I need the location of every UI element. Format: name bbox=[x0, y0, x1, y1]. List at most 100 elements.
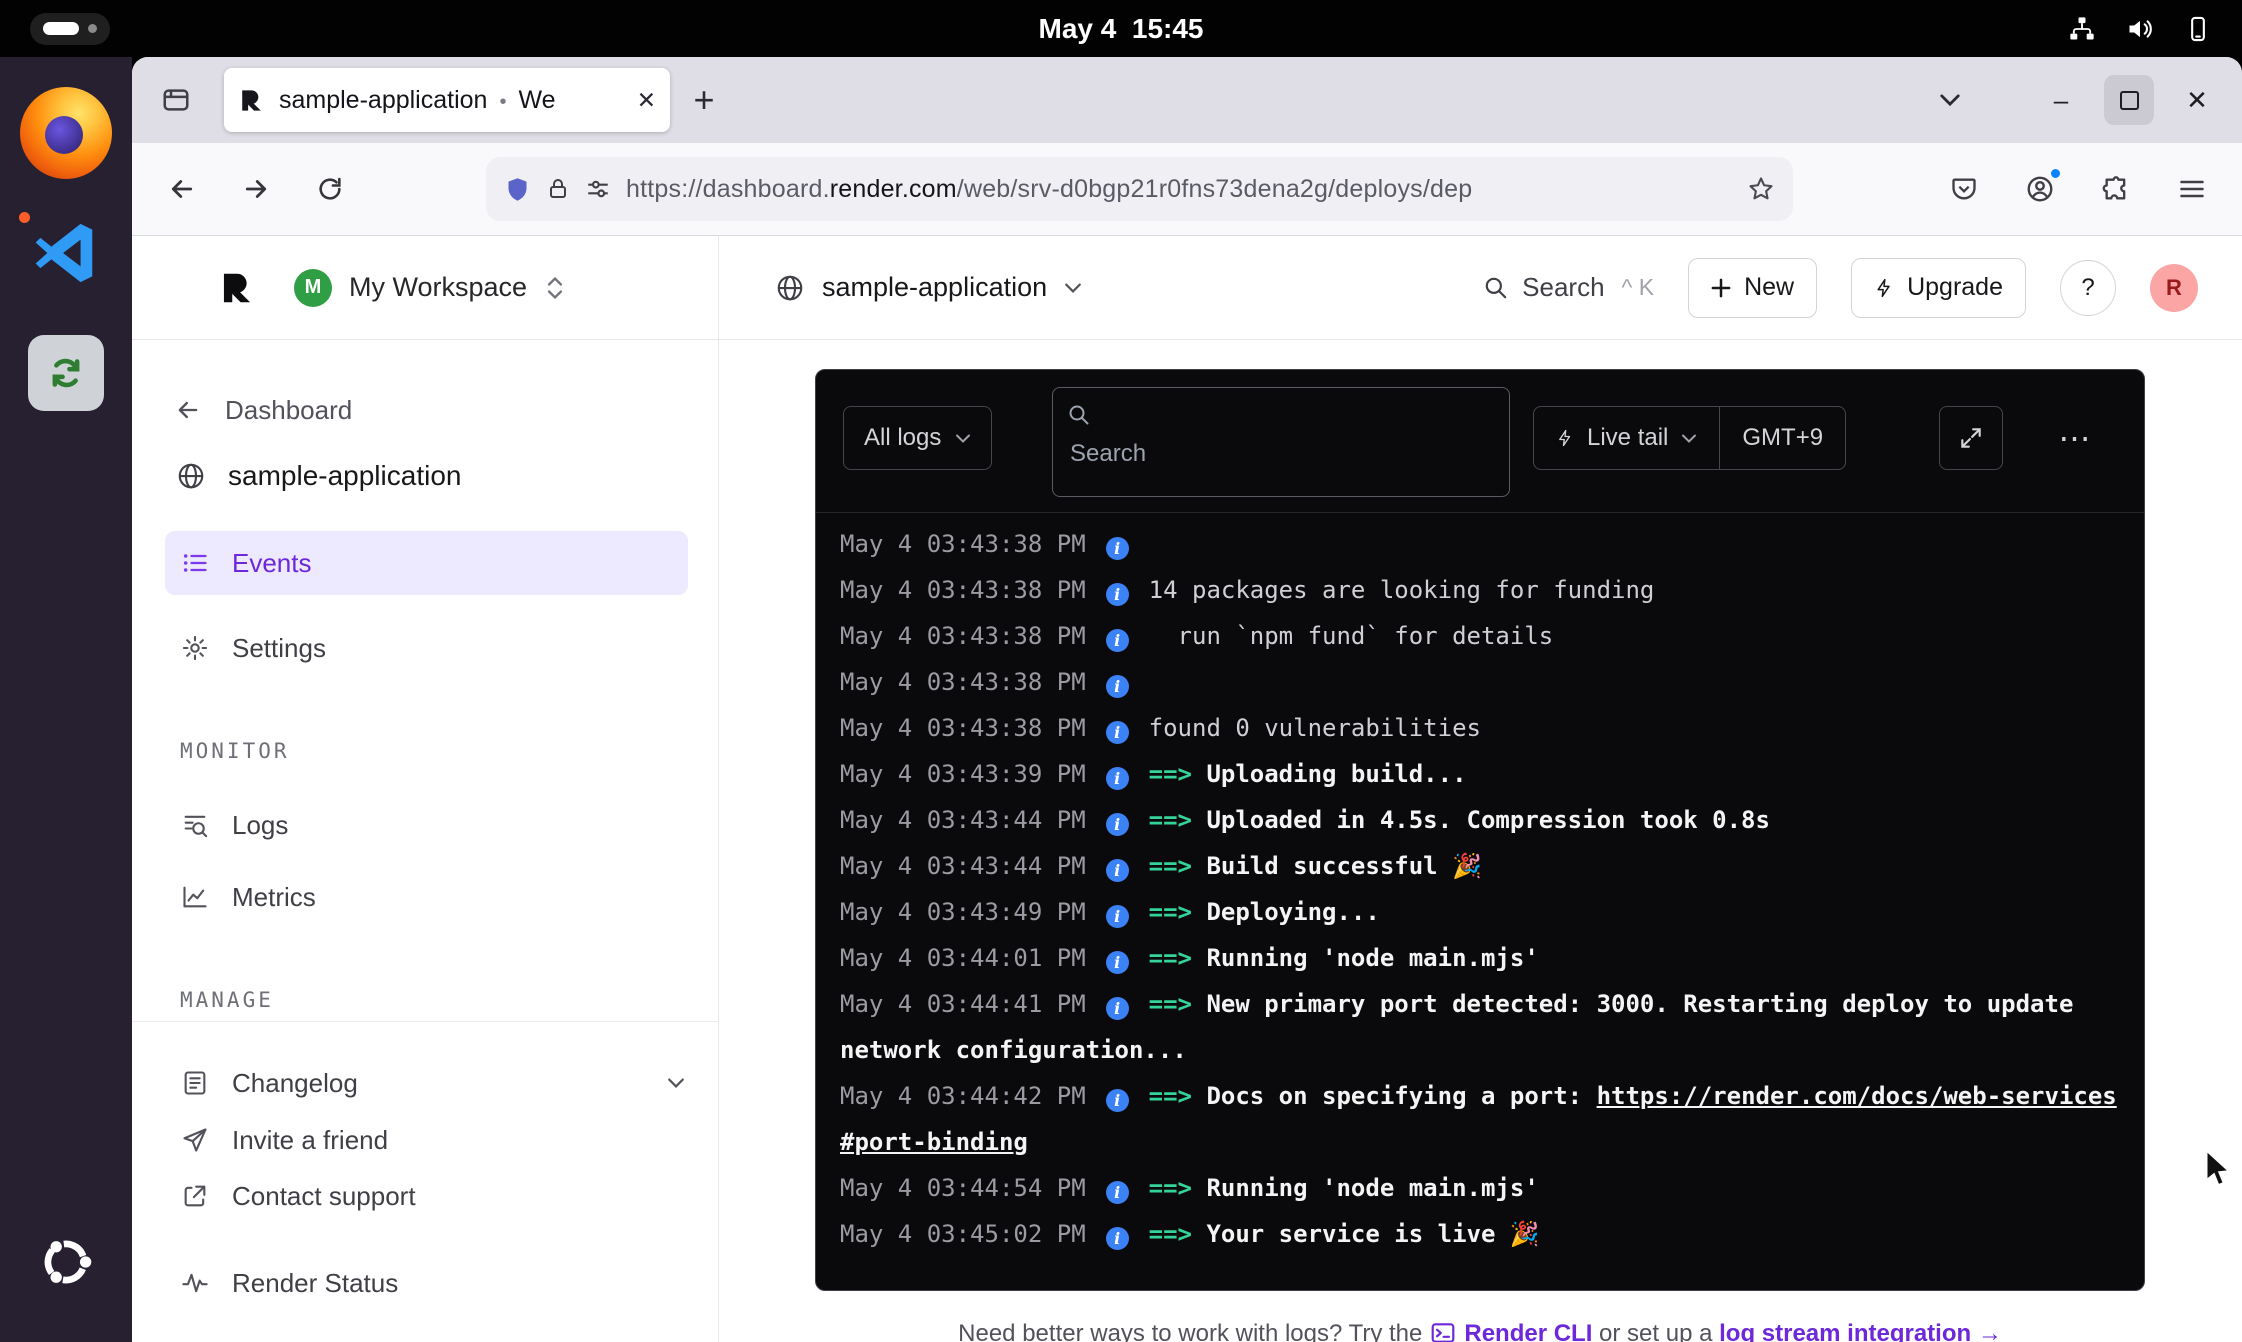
tab-close-button[interactable]: ✕ bbox=[637, 87, 656, 114]
workspace-dot bbox=[88, 24, 97, 33]
info-icon: i bbox=[1106, 1181, 1129, 1204]
global-search-button[interactable]: Search ^ K bbox=[1483, 272, 1654, 303]
dock-item-recycle[interactable] bbox=[16, 323, 116, 423]
service-selector[interactable]: sample-application bbox=[775, 236, 1082, 339]
log-filter-dropdown[interactable]: All logs bbox=[843, 406, 992, 470]
network-icon[interactable] bbox=[2068, 15, 2096, 43]
pocket-button[interactable] bbox=[1940, 165, 1988, 213]
workspace-indicator[interactable] bbox=[30, 13, 110, 45]
back-button[interactable] bbox=[158, 165, 206, 213]
firefox-icon bbox=[20, 87, 112, 179]
log-row[interactable]: May 4 03:44:42 PMi==> Docs on specifying… bbox=[840, 1073, 2120, 1165]
info-icon: i bbox=[1106, 813, 1129, 836]
new-button[interactable]: New bbox=[1688, 258, 1817, 318]
sidebar-item-settings[interactable]: Settings bbox=[180, 616, 326, 680]
upgrade-button[interactable]: Upgrade bbox=[1851, 258, 2026, 318]
tab-list-button[interactable] bbox=[1926, 76, 1974, 124]
dock-item-firefox[interactable] bbox=[16, 83, 116, 183]
expand-button[interactable] bbox=[1939, 406, 2003, 470]
log-search-input[interactable]: Search bbox=[1052, 387, 1510, 497]
log-row[interactable]: May 4 03:43:38 PMi bbox=[840, 659, 2120, 705]
extensions-button[interactable] bbox=[2092, 165, 2140, 213]
live-tail-group: Live tail GMT+9 bbox=[1533, 406, 1846, 470]
dock-item-vscode[interactable] bbox=[16, 203, 116, 303]
shield-icon[interactable] bbox=[504, 176, 531, 203]
timezone-button[interactable]: GMT+9 bbox=[1720, 407, 1845, 469]
search-label: Search bbox=[1522, 272, 1604, 303]
sidebar-item-status[interactable]: Render Status bbox=[180, 1251, 398, 1315]
log-row[interactable]: May 4 03:43:38 PMi bbox=[840, 521, 2120, 567]
workspace-avatar: M bbox=[294, 269, 332, 307]
log-row[interactable]: May 4 03:43:39 PMi==> Uploading build... bbox=[840, 751, 2120, 797]
log-row[interactable]: May 4 03:43:38 PMi14 packages are lookin… bbox=[840, 567, 2120, 613]
menu-button[interactable] bbox=[2168, 165, 2216, 213]
account-notification-badge bbox=[2049, 167, 2062, 180]
browser-tab[interactable]: sample-application•We ✕ bbox=[224, 68, 670, 132]
volume-icon[interactable] bbox=[2126, 15, 2154, 43]
sidebar-divider bbox=[132, 1021, 718, 1022]
permissions-icon[interactable] bbox=[585, 176, 611, 202]
paper-plane-icon bbox=[180, 1125, 210, 1155]
reload-icon bbox=[316, 175, 344, 203]
sidebar-item-metrics[interactable]: Metrics bbox=[180, 865, 316, 929]
forward-button[interactable] bbox=[232, 165, 280, 213]
more-options-button[interactable]: ⋯ bbox=[2044, 406, 2108, 470]
cli-link[interactable]: Render CLI bbox=[1464, 1320, 1592, 1342]
app-header-right: Search ^ K New Upgrade ? R bbox=[1483, 236, 2242, 339]
info-icon: i bbox=[1106, 767, 1129, 790]
log-search-placeholder: Search bbox=[1070, 440, 1146, 468]
log-row[interactable]: May 4 03:45:02 PMi==> Your service is li… bbox=[840, 1211, 2120, 1257]
log-row[interactable]: May 4 03:44:41 PMi==> New primary port d… bbox=[840, 981, 2120, 1073]
system-clock[interactable]: May 4 15:45 bbox=[1039, 13, 1204, 45]
upgrade-button-label: Upgrade bbox=[1907, 273, 2003, 302]
log-message: ==> Deploying... bbox=[1149, 898, 1380, 926]
invite-label: Invite a friend bbox=[232, 1125, 388, 1156]
changelog-label: Changelog bbox=[232, 1068, 358, 1099]
live-tail-dropdown[interactable]: Live tail bbox=[1534, 407, 1719, 469]
log-row[interactable]: May 4 03:43:44 PMi==> Build successful 🎉 bbox=[840, 843, 2120, 889]
sidebar-service[interactable]: sample-application bbox=[176, 444, 461, 508]
sidebar-item-events[interactable]: Events bbox=[165, 531, 688, 595]
sidebar-item-support[interactable]: Contact support bbox=[180, 1164, 416, 1228]
puzzle-icon bbox=[2102, 175, 2130, 203]
log-row[interactable]: May 4 03:43:38 PMi run `npm fund` for de… bbox=[840, 613, 2120, 659]
sidebar-item-changelog[interactable]: Changelog bbox=[180, 1051, 685, 1115]
new-tab-button[interactable]: + bbox=[680, 76, 728, 124]
maximize-button[interactable] bbox=[2104, 75, 2154, 125]
battery-icon[interactable] bbox=[2184, 15, 2212, 43]
close-button[interactable]: ✕ bbox=[2172, 75, 2222, 125]
log-message: ==> Running 'node main.mjs' bbox=[1149, 1174, 1539, 1202]
sidebar-item-invite[interactable]: Invite a friend bbox=[180, 1108, 388, 1172]
minimize-button[interactable]: – bbox=[2036, 75, 2086, 125]
workspace-name: My Workspace bbox=[349, 272, 527, 303]
workspace-switcher[interactable]: M My Workspace bbox=[294, 269, 565, 307]
log-row[interactable]: May 4 03:44:01 PMi==> Running 'node main… bbox=[840, 935, 2120, 981]
url-bar[interactable]: https://dashboard.render.com/web/srv-d0b… bbox=[486, 157, 1793, 221]
timezone-label: GMT+9 bbox=[1742, 424, 1823, 452]
system-tray[interactable] bbox=[2068, 15, 2212, 43]
running-indicator bbox=[19, 212, 30, 223]
url-fade bbox=[1601, 157, 1731, 221]
firefox-view-button[interactable] bbox=[152, 76, 200, 124]
bookmark-star-icon[interactable] bbox=[1747, 175, 1775, 203]
log-row[interactable]: May 4 03:43:44 PMi==> Uploaded in 4.5s. … bbox=[840, 797, 2120, 843]
back-icon bbox=[167, 174, 197, 204]
forward-icon bbox=[241, 174, 271, 204]
dock-item-ubuntu[interactable] bbox=[16, 1212, 116, 1312]
log-row[interactable]: May 4 03:43:49 PMi==> Deploying... bbox=[840, 889, 2120, 935]
back-to-dashboard[interactable]: Dashboard bbox=[173, 378, 352, 442]
user-avatar[interactable]: R bbox=[2150, 264, 2198, 312]
log-row[interactable]: May 4 03:44:54 PMi==> Running 'node main… bbox=[840, 1165, 2120, 1211]
reload-button[interactable] bbox=[306, 165, 354, 213]
pulse-icon bbox=[180, 1268, 210, 1298]
lock-icon[interactable] bbox=[546, 177, 570, 201]
pocket-icon bbox=[1950, 175, 1978, 203]
sidebar-item-logs[interactable]: Logs bbox=[180, 793, 288, 857]
help-button[interactable]: ? bbox=[2060, 260, 2116, 316]
account-button[interactable] bbox=[2016, 165, 2064, 213]
info-icon: i bbox=[1106, 721, 1129, 744]
render-logo[interactable] bbox=[218, 269, 256, 307]
stream-link[interactable]: log stream integration → bbox=[1719, 1320, 2002, 1342]
log-row[interactable]: May 4 03:43:38 PMifound 0 vulnerabilitie… bbox=[840, 705, 2120, 751]
log-message: ==> Running 'node main.mjs' bbox=[1149, 944, 1539, 972]
